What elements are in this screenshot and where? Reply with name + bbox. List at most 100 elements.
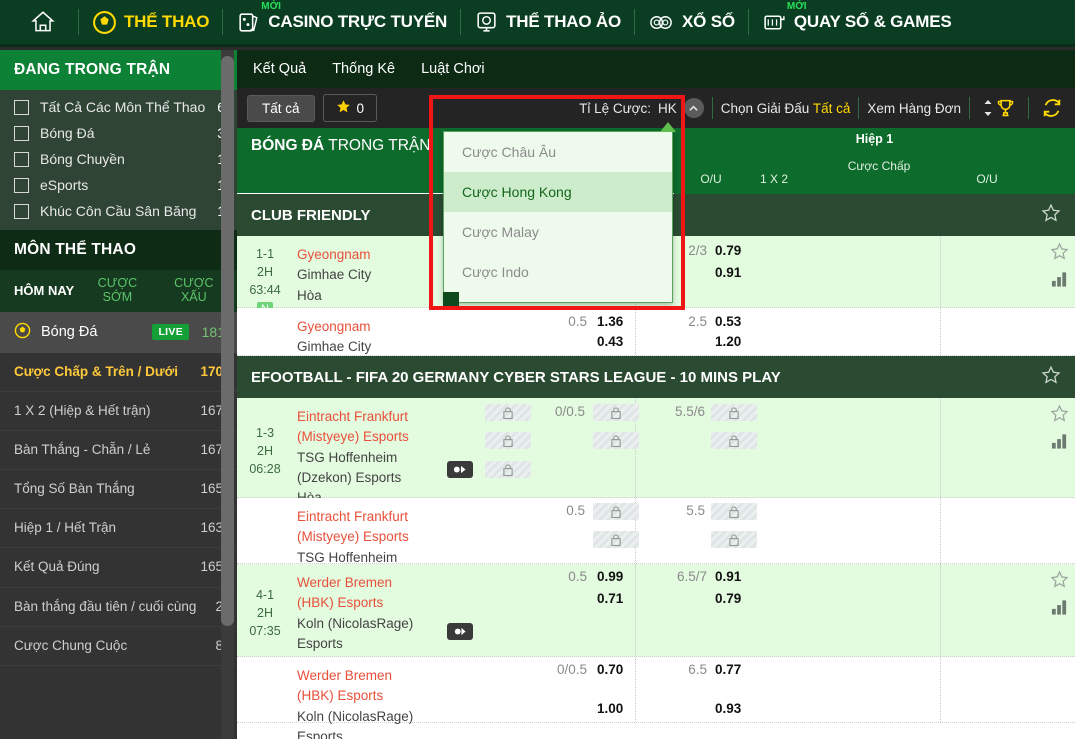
star-icon[interactable] — [1041, 365, 1061, 389]
refresh-icon[interactable] — [1037, 97, 1067, 119]
odds-value[interactable]: 1.20 — [715, 334, 741, 349]
trophy-sort-icon[interactable] — [978, 98, 1020, 119]
star-icon[interactable] — [1050, 570, 1069, 594]
star-icon[interactable] — [1041, 203, 1061, 227]
sidebar-scrollbar[interactable] — [221, 56, 234, 626]
sidebar-item-all-sports[interactable]: Tất Cả Các Môn Thể Thao 6 — [0, 94, 237, 120]
sidebar-market-correct-score[interactable]: Kết Quả Đúng 165 — [0, 548, 237, 588]
odds-value[interactable]: 0.79 — [715, 243, 741, 258]
toolbar-divider — [1028, 97, 1029, 119]
sidebar-tabs: HÔM NAY CƯỢC SỚM CƯỢC XẤU — [0, 270, 237, 312]
sidebar-item-label: Khúc Côn Cầu Sân Băng — [40, 202, 197, 219]
dropdown-tail — [443, 292, 459, 306]
match-clock: 07:35 — [249, 624, 281, 639]
sidebar-market-handicap-ou[interactable]: Cược Chấp & Trên / Dưới 170 — [0, 352, 237, 392]
odds-area: 0/0.5 0.70 1.00 6.5 0.77 0.93 — [435, 657, 1075, 722]
statistics-icon[interactable] — [1051, 271, 1068, 292]
nav-badge-new: MỚI — [261, 0, 281, 12]
star-icon[interactable] — [1050, 242, 1069, 266]
sidebar-market-ht-ft[interactable]: Hiệp 1 / Hết Trận 163 — [0, 509, 237, 549]
nav-the-thao[interactable]: THỂ THAO — [79, 0, 222, 46]
handicap-line: 5.5 — [686, 503, 705, 518]
nav-the-thao-ao[interactable]: THỂ THAO ẢO — [461, 0, 634, 46]
odds-value[interactable]: 1.36 — [597, 314, 623, 329]
section-title: CLUB FRIENDLY — [251, 206, 371, 224]
nav-label: XỔ SỐ — [682, 12, 735, 31]
odds-value[interactable]: 0.77 — [715, 662, 741, 677]
tab-luat-choi[interactable]: Luật Chơi — [421, 61, 485, 77]
statistics-icon[interactable] — [1051, 599, 1068, 620]
odds-value[interactable]: 0.79 — [715, 591, 741, 606]
lock-icon — [593, 432, 639, 449]
checkbox-icon[interactable] — [14, 125, 29, 141]
nav-quay-so[interactable]: MỚI QUAY SỐ & GAMES — [749, 0, 965, 46]
handicap-line: 6.5/7 — [676, 569, 707, 584]
dropdown-option-hongkong[interactable]: Cược Hong Kong — [444, 172, 672, 212]
tab-ket-qua[interactable]: Kết Quả — [253, 61, 306, 77]
sidebar-item-label: Bóng Chuyền — [40, 150, 125, 167]
statistics-icon[interactable] — [1051, 433, 1068, 454]
tab-early[interactable]: CƯỢC SỚM — [84, 276, 150, 305]
sidebar-item-ice-hockey[interactable]: Khúc Côn Cầu Sân Băng 1 — [0, 198, 237, 224]
odds-value[interactable]: 0.99 — [597, 569, 623, 584]
odds-value[interactable]: 0.91 — [715, 265, 741, 280]
match-clock: 06:28 — [249, 462, 281, 477]
nav-home[interactable] — [0, 0, 78, 46]
away-team: TSG Hoffenheim (Dzekon) Esports — [297, 449, 402, 485]
filter-all-button[interactable]: Tất cả — [247, 94, 315, 122]
sidebar-market-total-goals[interactable]: Tổng Số Bàn Thắng 165 — [0, 470, 237, 510]
odds-type-dropdown[interactable]: Cược Châu Âu Cược Hong Kong Cược Malay C… — [443, 131, 673, 303]
chevron-up-icon[interactable] — [683, 98, 704, 118]
match-teams: Eintracht Frankfurt (Mistyeye) Esports T… — [293, 398, 435, 505]
handicap-line: 2.5 — [688, 314, 707, 329]
tab-bad-odds[interactable]: CƯỢC XẤU — [161, 276, 227, 305]
odds-value[interactable]: 0.93 — [715, 701, 741, 716]
soccer-ball-icon — [92, 10, 117, 35]
table-row[interactable]: 4-1 2H 07:35 Werder Bremen (HBK) Esports… — [237, 564, 1075, 671]
odds-value[interactable]: 0.43 — [597, 334, 623, 349]
sidebar-market-odd-even[interactable]: Bàn Thắng - Chẵn / Lẻ 167 — [0, 430, 237, 471]
odds-value[interactable]: 0.53 — [715, 314, 741, 329]
home-team: Werder Bremen (HBK) Esports — [297, 668, 393, 704]
tab-thong-ke[interactable]: Thống Kê — [332, 61, 395, 77]
dropdown-option-indo[interactable]: Cược Indo — [444, 252, 672, 292]
checkbox-icon[interactable] — [14, 99, 29, 115]
sidebar-sport-football[interactable]: Bóng Đá LIVE 181 — [0, 311, 237, 353]
sidebar-market-outright[interactable]: Cược Chung Cuộc 8 — [0, 626, 237, 666]
table-row[interactable]: Gyeongnam Gimhae City 0.5 1.36 0.43 2.5 … — [237, 308, 1075, 356]
checkbox-icon[interactable] — [14, 151, 29, 167]
checkbox-icon[interactable] — [14, 177, 29, 193]
match-time-block — [237, 498, 293, 563]
live-stream-icon[interactable] — [447, 623, 473, 640]
nav-casino[interactable]: MỚI CASINO TRỰC TUYẾN — [223, 0, 460, 46]
single-view-button[interactable]: Xem Hàng Đơn — [867, 101, 961, 116]
cards-icon — [236, 10, 261, 35]
sidebar-market-1x2[interactable]: 1 X 2 (Hiệp & Hết trận) 167 — [0, 391, 237, 431]
table-row[interactable]: Werder Bremen (HBK) Esports Koln (Nicola… — [237, 657, 1075, 739]
table-row[interactable]: Eintracht Frankfurt (Mistyeye) Esports T… — [237, 498, 1075, 585]
league-picker[interactable]: Chọn Giải Đấu Tất cả — [721, 101, 851, 116]
sidebar-market-count: 167 — [200, 402, 223, 418]
nav-xo-so[interactable]: XỔ SỐ — [635, 0, 748, 46]
dropdown-option-euro[interactable]: Cược Châu Âu — [444, 132, 672, 172]
lock-icon — [593, 404, 639, 421]
favourites-button[interactable]: 0 — [322, 94, 378, 122]
table-row[interactable]: 1-3 2H 06:28 Eintracht Frankfurt (Mistye… — [237, 398, 1075, 505]
star-icon[interactable] — [1050, 404, 1069, 428]
sidebar-item-esports[interactable]: eSports 1 — [0, 172, 237, 198]
nav-badge-new: MỚI — [786, 0, 807, 12]
odds-area: 0.5 1.36 0.43 2.5 0.53 1.20 — [435, 308, 1075, 355]
odds-value[interactable]: 1.00 — [597, 701, 623, 716]
odds-type-selector[interactable]: Tỉ Lệ Cược: HK — [579, 98, 704, 118]
sidebar-item-football[interactable]: Bóng Đá 3 — [0, 120, 237, 146]
odds-value[interactable]: 0.70 — [597, 662, 623, 677]
tab-today[interactable]: HÔM NAY — [14, 283, 74, 298]
odds-value[interactable]: 0.71 — [597, 591, 623, 606]
sidebar-item-volleyball[interactable]: Bóng Chuyền 1 — [0, 146, 237, 172]
odds-value[interactable]: 0.91 — [715, 569, 741, 584]
sidebar-market-first-last-goal[interactable]: Bàn thắng đầu tiên / cuối cùng 2 — [0, 587, 237, 627]
dropdown-option-malay[interactable]: Cược Malay — [444, 212, 672, 252]
live-stream-icon[interactable] — [447, 461, 473, 478]
match-time-block — [237, 657, 293, 722]
checkbox-icon[interactable] — [14, 203, 29, 219]
